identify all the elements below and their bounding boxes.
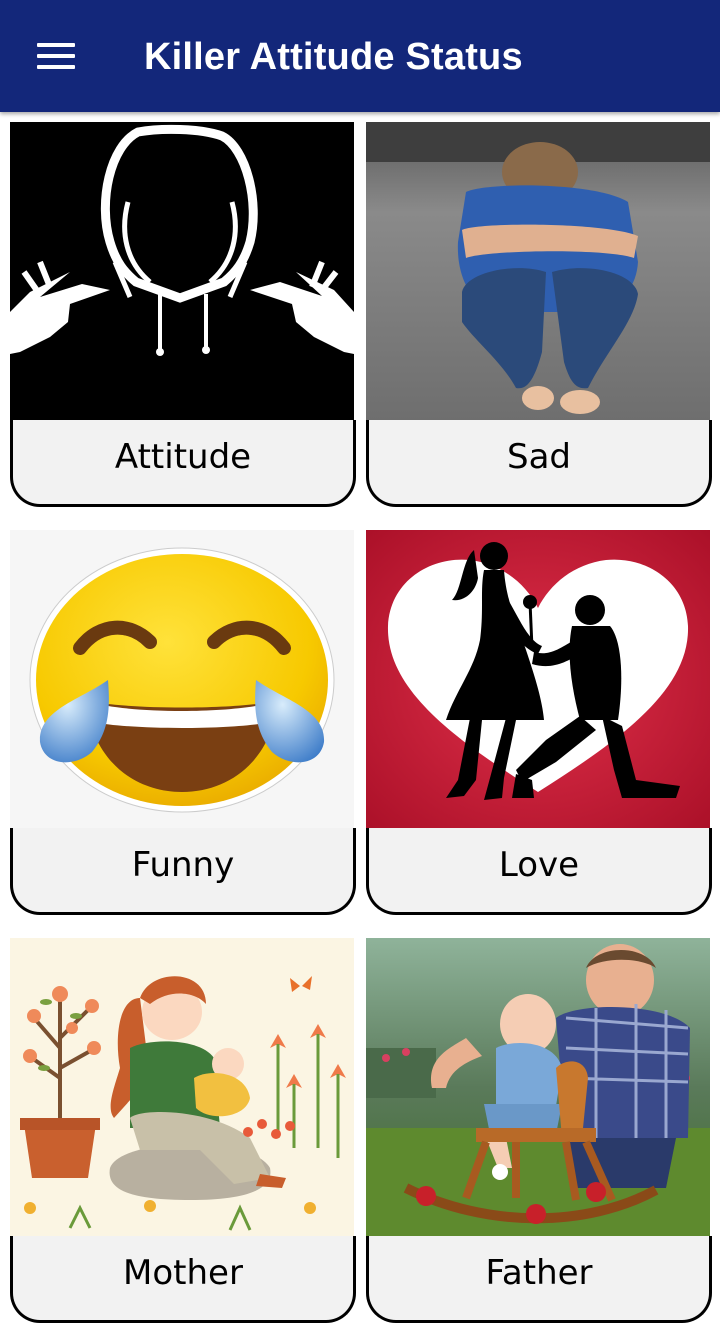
category-label: Attitude	[114, 437, 252, 477]
father-image	[366, 938, 710, 1238]
category-label: Sad	[507, 437, 571, 477]
category-label: Father	[485, 1253, 593, 1293]
attitude-image	[10, 122, 354, 422]
category-label-box: Love	[366, 828, 712, 915]
category-card-mother[interactable]: Mother	[10, 938, 356, 1326]
category-label: Mother	[123, 1253, 243, 1293]
category-label-box: Funny	[10, 828, 356, 915]
category-card-attitude[interactable]: Attitude	[10, 122, 356, 510]
category-card-sad[interactable]: Sad	[366, 122, 712, 510]
category-card-funny[interactable]: Funny	[10, 530, 356, 918]
love-image	[366, 530, 710, 830]
category-label-box: Attitude	[10, 420, 356, 507]
sad-image	[366, 122, 710, 422]
app-bar: Killer Attitude Status	[0, 0, 720, 112]
category-card-father[interactable]: Father	[366, 938, 712, 1326]
category-label-box: Sad	[366, 420, 712, 507]
funny-image	[10, 530, 354, 830]
hamburger-menu-icon[interactable]	[20, 22, 92, 90]
category-label: Love	[498, 845, 580, 885]
category-label: Funny	[131, 845, 235, 885]
category-card-love[interactable]: Love	[366, 530, 712, 918]
mother-image	[10, 938, 354, 1238]
app-title: Killer Attitude Status	[144, 36, 523, 78]
